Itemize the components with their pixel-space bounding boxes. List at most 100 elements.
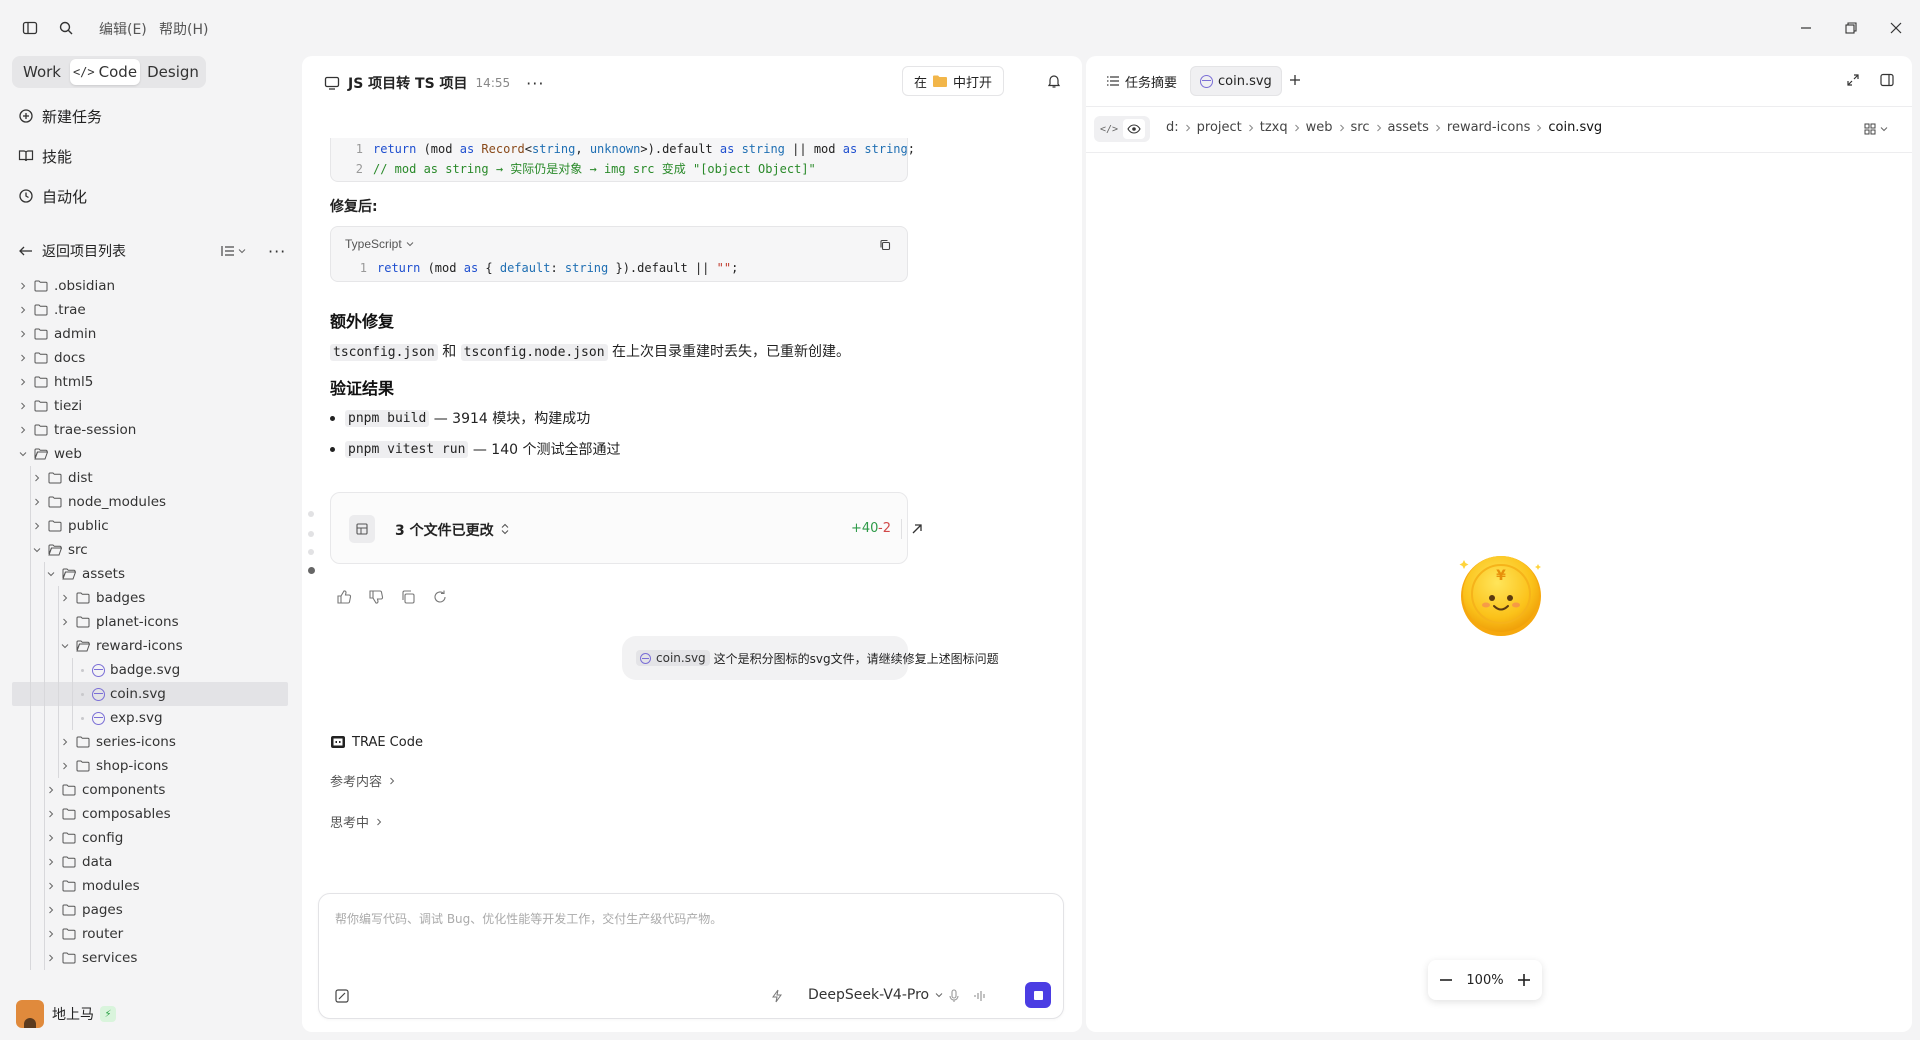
expand-icon[interactable]: [1846, 73, 1860, 87]
lightning-icon[interactable]: [771, 989, 783, 1003]
tree-folder-item[interactable]: reward-icons: [12, 634, 288, 658]
mode-code-button[interactable]: </> Code: [70, 59, 140, 85]
chevron-right-icon[interactable]: [45, 808, 57, 820]
chevron-right-icon[interactable]: [59, 736, 71, 748]
copy-icon[interactable]: [879, 239, 891, 251]
tree-folder-item[interactable]: services: [12, 946, 288, 970]
user-profile[interactable]: 地上马 ⚡: [16, 1000, 116, 1028]
tree-folder-item[interactable]: router: [12, 922, 288, 946]
tree-file-item[interactable]: exp.svg: [12, 706, 288, 730]
files-changed-card[interactable]: 3 个文件已更改 +40 -2: [330, 492, 922, 564]
chevron-down-icon[interactable]: [31, 544, 43, 556]
waveform-icon[interactable]: [973, 990, 985, 1002]
reference-toggle[interactable]: 参考内容: [330, 771, 396, 790]
breadcrumb-item[interactable]: src: [1351, 120, 1370, 135]
tree-folder-item[interactable]: web: [12, 442, 288, 466]
tree-folder-item[interactable]: shop-icons: [12, 754, 288, 778]
chevron-right-icon[interactable]: [45, 880, 57, 892]
mode-design-button[interactable]: Design: [142, 59, 204, 85]
chevron-right-icon[interactable]: [45, 904, 57, 916]
chevron-right-icon[interactable]: [17, 328, 29, 340]
menu-edit[interactable]: 编辑(E): [99, 19, 147, 39]
breadcrumb-item[interactable]: project: [1197, 120, 1242, 135]
close-icon[interactable]: [1883, 16, 1909, 40]
code-view-icon[interactable]: </>: [1098, 119, 1120, 139]
zoom-out-icon[interactable]: [1438, 972, 1454, 988]
tree-folder-item[interactable]: admin: [12, 322, 288, 346]
breadcrumb-item[interactable]: d:: [1166, 120, 1179, 135]
chevron-right-icon[interactable]: [59, 592, 71, 604]
copy-icon[interactable]: [400, 589, 416, 605]
tree-folder-item[interactable]: html5: [12, 370, 288, 394]
zoom-in-icon[interactable]: [1516, 972, 1532, 988]
refresh-icon[interactable]: [432, 589, 448, 605]
chevron-right-icon[interactable]: [45, 856, 57, 868]
chevron-right-icon[interactable]: [45, 784, 57, 796]
language-selector[interactable]: TypeScript: [345, 237, 414, 251]
breadcrumb-item[interactable]: tzxq: [1260, 120, 1288, 135]
tree-folder-item[interactable]: series-icons: [12, 730, 288, 754]
more-options-icon[interactable]: ···: [268, 242, 286, 261]
chevron-right-icon[interactable]: [31, 496, 43, 508]
chevron-right-icon[interactable]: [31, 472, 43, 484]
tree-folder-item[interactable]: pages: [12, 898, 288, 922]
tree-folder-item[interactable]: tiezi: [12, 394, 288, 418]
menu-help[interactable]: 帮助(H): [159, 19, 208, 39]
back-to-projects[interactable]: 返回项目列表: [18, 239, 126, 263]
chevron-right-icon[interactable]: [17, 280, 29, 292]
chevron-right-icon[interactable]: [45, 928, 57, 940]
tree-folder-item[interactable]: .trae: [12, 298, 288, 322]
chevron-right-icon[interactable]: [59, 616, 71, 628]
view-options-button[interactable]: [220, 243, 246, 259]
restore-icon[interactable]: [1838, 16, 1864, 40]
file-chip[interactable]: coin.svg: [636, 650, 710, 666]
chevron-right-icon[interactable]: [31, 520, 43, 532]
chevron-down-icon[interactable]: [17, 448, 29, 460]
tree-folder-item[interactable]: badges: [12, 586, 288, 610]
tree-folder-item[interactable]: planet-icons: [12, 610, 288, 634]
breadcrumb-item[interactable]: assets: [1388, 120, 1429, 135]
tree-file-item[interactable]: badge.svg: [12, 658, 288, 682]
add-tab-icon[interactable]: [1288, 73, 1302, 87]
chevron-right-icon[interactable]: [17, 376, 29, 388]
chat-input[interactable]: 帮你编写代码、调试 Bug、优化性能等开发工作，交付生产级代码产物。: [335, 910, 722, 927]
tree-folder-item[interactable]: modules: [12, 874, 288, 898]
breadcrumb-item[interactable]: reward-icons: [1447, 120, 1530, 135]
breadcrumb-item[interactable]: coin.svg: [1548, 120, 1602, 135]
tree-folder-item[interactable]: docs: [12, 346, 288, 370]
external-arrow-icon[interactable]: [911, 523, 923, 535]
chevron-right-icon[interactable]: [17, 424, 29, 436]
chat-more-icon[interactable]: ···: [526, 74, 544, 93]
breadcrumb-item[interactable]: web: [1306, 120, 1333, 135]
model-selector[interactable]: DeepSeek-V4-Pro: [808, 987, 943, 1003]
tree-folder-item[interactable]: public: [12, 514, 288, 538]
mode-work-button[interactable]: Work: [16, 59, 68, 85]
chevron-down-icon[interactable]: [45, 568, 57, 580]
thinking-toggle[interactable]: 思考中: [330, 812, 383, 831]
chevron-right-icon[interactable]: [59, 760, 71, 772]
tree-folder-item[interactable]: assets: [12, 562, 288, 586]
layout-options-button[interactable]: [1864, 123, 1888, 135]
tree-folder-item[interactable]: data: [12, 850, 288, 874]
open-in-button[interactable]: 在 中打开: [902, 66, 1004, 96]
chevron-right-icon[interactable]: [17, 304, 29, 316]
tree-folder-item[interactable]: components: [12, 778, 288, 802]
search-icon[interactable]: [55, 17, 77, 39]
nav-new-task[interactable]: 新建任务: [18, 104, 102, 128]
stop-button[interactable]: [1025, 982, 1051, 1008]
nav-automation[interactable]: 自动化: [18, 184, 87, 208]
tree-folder-item[interactable]: node_modules: [12, 490, 288, 514]
tree-folder-item[interactable]: dist: [12, 466, 288, 490]
tree-folder-item[interactable]: config: [12, 826, 288, 850]
chevron-right-icon[interactable]: [45, 952, 57, 964]
tab-summary[interactable]: 任务摘要: [1100, 67, 1183, 95]
bell-icon[interactable]: [1046, 73, 1062, 89]
chevron-down-icon[interactable]: [59, 640, 71, 652]
thumbs-up-icon[interactable]: [336, 589, 352, 605]
tree-folder-item[interactable]: composables: [12, 802, 288, 826]
sidebar-toggle-icon[interactable]: [19, 17, 41, 39]
panel-layout-icon[interactable]: [1880, 73, 1894, 87]
thumbs-down-icon[interactable]: [368, 589, 384, 605]
nav-skills[interactable]: 技能: [18, 144, 72, 168]
tree-folder-item[interactable]: src: [12, 538, 288, 562]
